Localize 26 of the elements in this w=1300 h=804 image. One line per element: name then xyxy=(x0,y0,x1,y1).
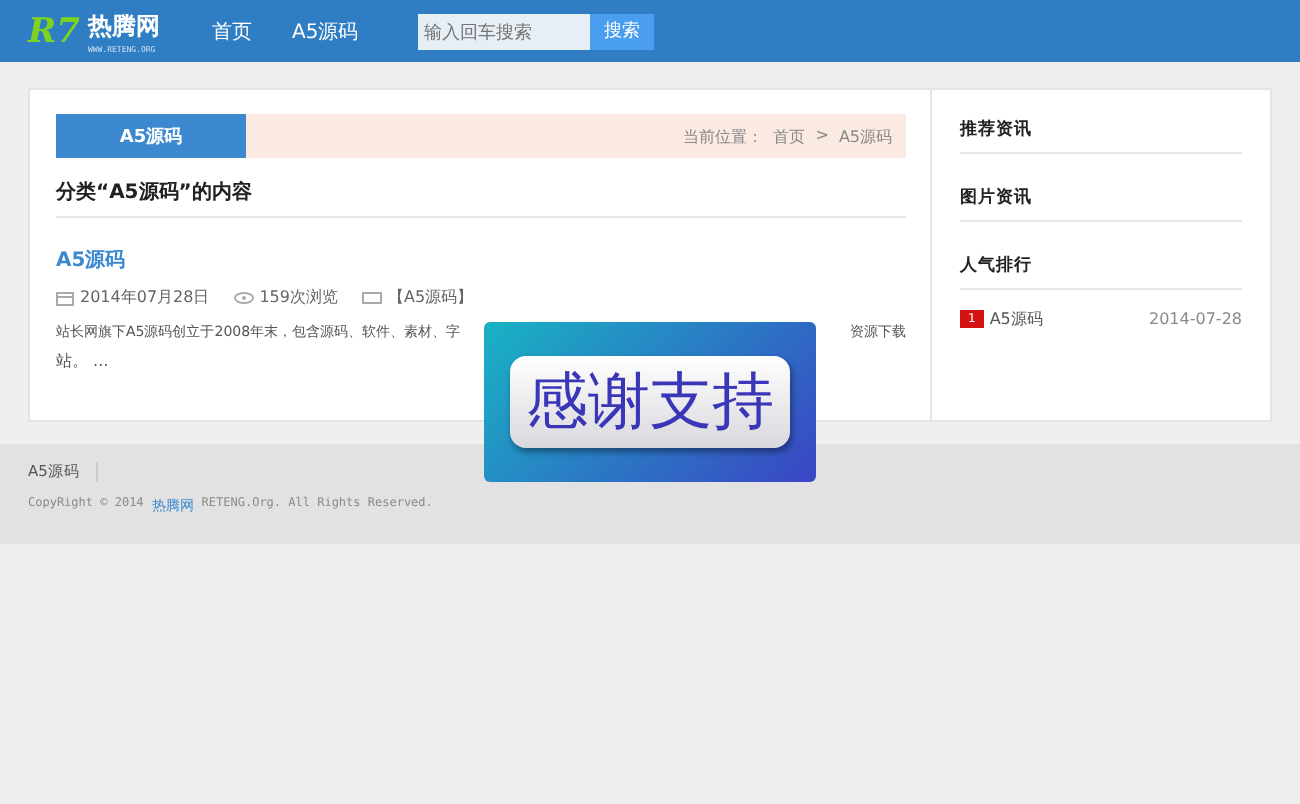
logo-text: 热腾网 xyxy=(87,9,160,43)
ranking-link[interactable]: A5源码 xyxy=(989,308,1043,330)
breadcrumb-link[interactable]: 首页 xyxy=(773,125,806,147)
eye-icon xyxy=(233,291,254,303)
nav-link[interactable]: A5源码 xyxy=(292,17,359,45)
post-date: 2014年07月28日 xyxy=(80,286,210,308)
folder-icon xyxy=(362,290,382,304)
calendar-icon xyxy=(56,289,74,305)
category-tab[interactable]: A5源码 xyxy=(56,114,246,158)
post-title[interactable]: A5源码 xyxy=(56,246,906,274)
nav-link[interactable]: 首页 xyxy=(212,17,252,45)
ranking-date: 2014-07-28 xyxy=(1149,310,1242,328)
section-heading: 分类“A5源码”的内容 xyxy=(56,158,906,218)
thanks-badge: 感谢支持 xyxy=(510,356,790,448)
post-excerpt: 站。 ... xyxy=(56,350,111,372)
search-button[interactable]: 搜索 xyxy=(590,13,655,49)
post-views: 159次浏览 xyxy=(259,286,338,308)
logo-mark[interactable]: R7 xyxy=(28,11,80,51)
breadcrumb-separator: > xyxy=(815,125,829,147)
category-link[interactable]: 【A5源码】 xyxy=(388,286,474,308)
sidebar-heading: 人气排行 xyxy=(960,250,1242,290)
sidebar-heading: 推荐资讯 xyxy=(960,114,1242,154)
sidebar-heading: 图片资讯 xyxy=(960,182,1242,222)
search-field[interactable]: 输入回车搜索 xyxy=(418,13,591,49)
breadcrumb-label: 当前位置： xyxy=(683,125,764,147)
breadcrumb-link[interactable]: A5源码 xyxy=(838,125,892,147)
